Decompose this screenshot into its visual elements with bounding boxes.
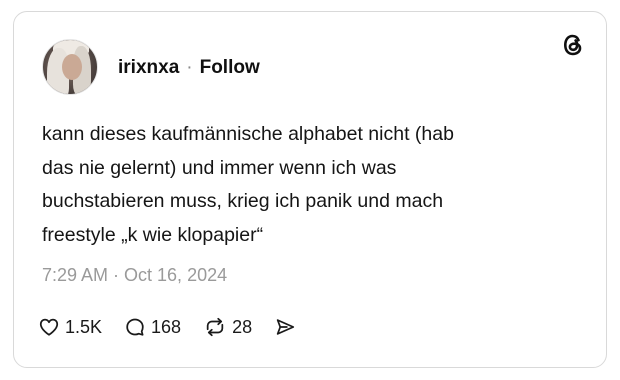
send-icon xyxy=(276,319,295,335)
repost-button[interactable]: 28 xyxy=(203,316,252,338)
follow-button[interactable]: Follow xyxy=(200,57,260,79)
heart-icon xyxy=(39,318,59,336)
post-text: kann dieses kaufmännische alphabet nicht… xyxy=(42,123,454,246)
avatar-face xyxy=(62,54,82,80)
threads-logo-icon[interactable] xyxy=(559,31,587,59)
comment-bubble-icon xyxy=(126,318,144,336)
separator-dot: · xyxy=(186,57,193,78)
repost-count: 28 xyxy=(232,316,253,337)
threads-post-card: irixnxa · Follow kann dieses kaufmännisc… xyxy=(13,11,607,368)
reply-count: 168 xyxy=(151,316,182,337)
username[interactable]: irixnxa xyxy=(118,57,179,79)
avatar[interactable] xyxy=(42,39,98,95)
like-count: 1.5K xyxy=(65,316,103,337)
action-bar: 1.5K 168 28 xyxy=(38,313,296,341)
post-header: irixnxa · Follow xyxy=(118,57,260,79)
reply-button[interactable]: 168 xyxy=(124,316,181,338)
share-button[interactable] xyxy=(274,316,296,338)
post-timestamp[interactable]: 7:29 AM · Oct 16, 2024 xyxy=(42,264,227,286)
like-button[interactable]: 1.5K xyxy=(38,316,102,338)
repost-icon xyxy=(206,317,224,337)
